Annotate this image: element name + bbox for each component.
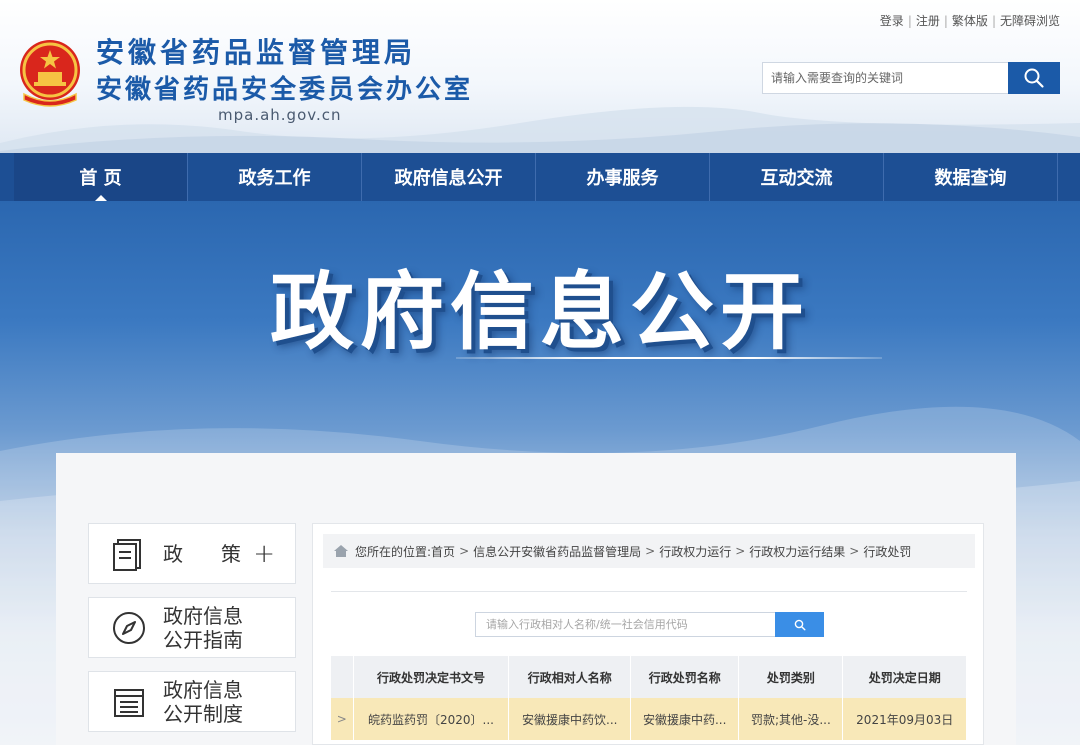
breadcrumb-separator: > — [849, 544, 860, 558]
sidebar-item-policy[interactable]: 政 策 + — [88, 523, 296, 584]
sidebar-item-disclosure-system[interactable]: 政府信息 公开制度 — [88, 671, 296, 732]
sidebar-item-disclosure-guide[interactable]: 政府信息 公开指南 — [88, 597, 296, 658]
main-nav: 首 页 政务工作 政府信息公开 办事服务 互动交流 数据查询 — [0, 153, 1080, 201]
search-icon — [794, 619, 806, 631]
nav-item-information-disclosure[interactable]: 政府信息公开 — [362, 153, 536, 201]
table-cell-date: 2021年09月03日 — [842, 698, 967, 740]
penalty-search-input[interactable] — [475, 612, 775, 637]
site-subtitle: 安徽省药品安全委员会办公室 — [96, 75, 474, 105]
sidebar-item-label: 政府信息 — [163, 603, 243, 628]
sidebar-item-label: 策 — [221, 541, 241, 566]
book-icon — [109, 534, 149, 574]
sidebar-item-text: 政府信息 公开制度 — [163, 678, 243, 726]
separator: | — [907, 13, 912, 28]
top-links: 登录 | 注册 | 繁体版 | 无障碍浏览 — [880, 12, 1060, 29]
sidebar-item-text: 政府信息 公开指南 — [163, 604, 243, 652]
table-cell-party: 安徽援康中药饮... — [508, 698, 632, 740]
expand-plus-icon[interactable]: + — [253, 539, 275, 569]
table-cell-penalty-name: 安徽援康中药... — [630, 698, 740, 740]
site-title: 安徽省药品监督管理局 — [96, 36, 417, 69]
compass-icon — [109, 608, 149, 648]
table-cell-category: 罚款;其他-没... — [738, 698, 844, 740]
site-search — [762, 62, 1060, 94]
separator: | — [991, 13, 996, 28]
table-header: 处罚决定日期 — [842, 656, 967, 698]
national-emblem-icon — [20, 40, 80, 107]
site-header: 安徽省药品监督管理局 安徽省药品安全委员会办公室 mpa.ah.gov.cn 登… — [0, 0, 1080, 153]
breadcrumb-separator: > — [645, 544, 656, 558]
separator: | — [943, 13, 948, 28]
breadcrumb-item[interactable]: 信息公开安徽省药品监督管理局 — [473, 543, 641, 560]
sidebar-item-label: 公开制度 — [163, 701, 243, 726]
penalty-search — [475, 612, 825, 637]
breadcrumb-item[interactable]: 首页 — [431, 543, 455, 560]
breadcrumb: 您所在的位置: 首页 > 信息公开安徽省药品监督管理局 > 行政权力运行 > 行… — [323, 534, 975, 568]
main-content: 您所在的位置: 首页 > 信息公开安徽省药品监督管理局 > 行政权力运行 > 行… — [312, 523, 984, 745]
nav-item-services[interactable]: 办事服务 — [536, 153, 710, 201]
site-search-input[interactable] — [762, 62, 1008, 94]
traditional-chinese-link[interactable]: 繁体版 — [952, 12, 988, 29]
search-icon — [1024, 68, 1044, 88]
breadcrumb-item[interactable]: 行政权力运行结果 — [749, 543, 845, 560]
table-row[interactable]: > 皖药监药罚〔2020〕... 安徽援康中药饮... 安徽援康中药... 罚款… — [331, 698, 967, 740]
site-search-button[interactable] — [1008, 62, 1060, 94]
penalty-table: 行政处罚决定书文号 行政相对人名称 行政处罚名称 处罚类别 处罚决定日期 > 皖… — [331, 656, 967, 740]
banner-underline — [456, 357, 882, 359]
site-domain: mpa.ah.gov.cn — [218, 106, 342, 124]
table-header-expand — [331, 656, 354, 698]
accessibility-link[interactable]: 无障碍浏览 — [1000, 12, 1060, 29]
content-panel: 政 策 + 政府信息 公开指南 政府信息 公开制度 您所在的位置: 首页 > 信… — [56, 453, 1016, 745]
login-link[interactable]: 登录 — [880, 12, 904, 29]
sidebar-item-label: 公开指南 — [163, 627, 243, 652]
nav-item-government-affairs[interactable]: 政务工作 — [188, 153, 362, 201]
divider — [331, 591, 967, 592]
table-header: 处罚类别 — [738, 656, 844, 698]
register-link[interactable]: 注册 — [916, 12, 940, 29]
breadcrumb-separator: > — [735, 544, 746, 558]
table-header: 行政相对人名称 — [508, 656, 632, 698]
sidebar-item-label: 政府信息 — [163, 677, 243, 702]
nav-item-interaction[interactable]: 互动交流 — [710, 153, 884, 201]
table-cell-doc-no: 皖药监药罚〔2020〕... — [353, 698, 510, 740]
nav-item-data-query[interactable]: 数据查询 — [884, 153, 1058, 201]
breadcrumb-item[interactable]: 行政处罚 — [863, 543, 911, 560]
breadcrumb-item[interactable]: 行政权力运行 — [659, 543, 731, 560]
document-list-icon — [109, 682, 149, 722]
sidebar-item-label: 政 — [163, 541, 183, 566]
banner-title: 政府信息公开 — [269, 263, 810, 361]
breadcrumb-separator: > — [459, 544, 470, 558]
row-expand-icon[interactable]: > — [331, 698, 354, 740]
table-header: 行政处罚决定书文号 — [353, 656, 510, 698]
home-icon — [333, 544, 349, 558]
nav-item-home[interactable]: 首 页 — [14, 153, 188, 201]
penalty-search-button[interactable] — [775, 612, 824, 637]
table-header: 行政处罚名称 — [630, 656, 740, 698]
breadcrumb-prefix: 您所在的位置: — [355, 544, 432, 559]
table-header-row: 行政处罚决定书文号 行政相对人名称 行政处罚名称 处罚类别 处罚决定日期 — [331, 656, 967, 698]
